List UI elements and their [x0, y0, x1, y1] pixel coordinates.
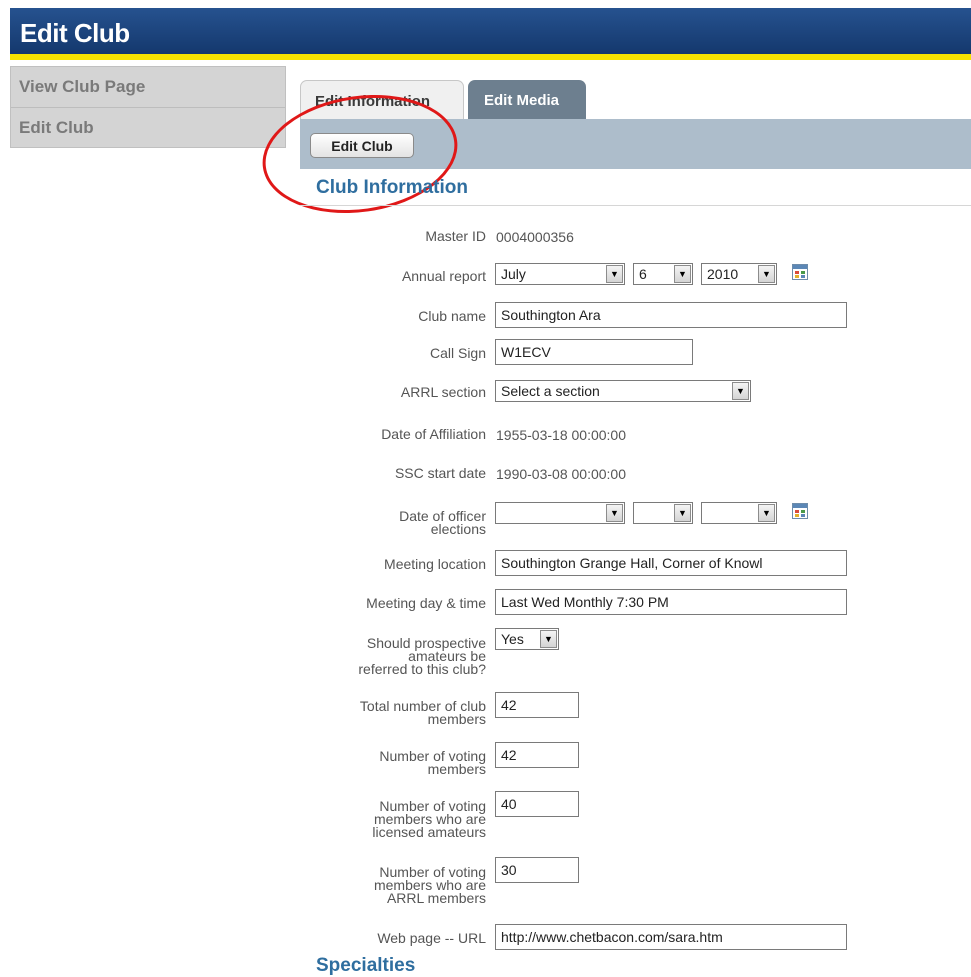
sidebar-item-label: Edit Club — [19, 118, 94, 137]
refer-prospective-select[interactable]: Yes ▼ — [495, 628, 559, 650]
ssc-start-date-label: SSC start date — [394, 465, 486, 481]
select-value: Yes — [501, 631, 524, 647]
tab-edit-information[interactable]: Edit Information — [300, 80, 464, 120]
chevron-down-icon: ▼ — [758, 504, 775, 522]
annual-report-label: Annual report — [401, 268, 486, 284]
meeting-day-time-input[interactable]: Last Wed Monthly 7:30 PM — [495, 589, 847, 615]
arrl-section-select[interactable]: Select a section ▼ — [495, 380, 751, 402]
voting-licensed-input[interactable]: 40 — [495, 791, 579, 817]
select-value: 2010 — [707, 266, 739, 282]
call-sign-label: Call Sign — [429, 345, 486, 361]
chevron-down-icon: ▼ — [540, 630, 557, 648]
web-url-label: Web page -- URL — [377, 930, 486, 946]
chevron-down-icon: ▼ — [606, 265, 623, 283]
master-id-value: 0004000356 — [496, 229, 574, 245]
total-members-input[interactable]: 42 — [495, 692, 579, 718]
tab-edit-media[interactable]: Edit Media — [468, 80, 586, 120]
annual-report-day-select[interactable]: 6 ▼ — [633, 263, 693, 285]
officer-elections-year-select[interactable]: ▼ — [701, 502, 777, 524]
page-title: Edit Club — [20, 18, 130, 48]
date-of-affiliation-value: 1955-03-18 00:00:00 — [496, 427, 626, 443]
master-id-label: Master ID — [425, 228, 486, 244]
club-name-input[interactable]: Southington Ara — [495, 302, 847, 328]
chevron-down-icon: ▼ — [758, 265, 775, 283]
section-divider — [300, 205, 971, 206]
label-line: members — [427, 711, 486, 727]
meeting-location-input[interactable]: Southington Grange Hall, Corner of Knowl — [495, 550, 847, 576]
voting-members-label: Number of voting members — [379, 749, 486, 777]
tab-label: Edit Media — [484, 92, 560, 109]
call-sign-input[interactable]: W1ECV — [495, 339, 693, 365]
section-title: Club Information — [316, 177, 468, 198]
voting-arrl-label: Number of voting members who are ARRL me… — [374, 865, 486, 906]
voting-arrl-input[interactable]: 30 — [495, 857, 579, 883]
sidebar-item-label: View Club Page — [19, 77, 146, 96]
date-of-affiliation-label: Date of Affiliation — [381, 426, 486, 442]
annual-report-year-select[interactable]: 2010 ▼ — [701, 263, 777, 285]
meeting-day-time-label: Meeting day & time — [366, 595, 486, 611]
edit-club-button[interactable]: Edit Club — [310, 133, 414, 158]
calendar-icon[interactable] — [792, 264, 808, 280]
chevron-down-icon: ▼ — [674, 265, 691, 283]
web-url-input[interactable]: http://www.chetbacon.com/sara.htm — [495, 924, 847, 950]
select-value: 6 — [639, 266, 647, 282]
total-members-label: Total number of club members — [360, 699, 486, 727]
club-name-label: Club name — [418, 308, 486, 324]
page-header: Edit Club — [10, 8, 971, 60]
voting-licensed-label: Number of voting members who are license… — [372, 799, 486, 840]
select-value: July — [501, 266, 526, 282]
action-toolbar: Edit Club — [300, 119, 971, 169]
sidebar-item-view-club-page[interactable]: View Club Page — [11, 67, 285, 108]
ssc-start-date-value: 1990-03-08 00:00:00 — [496, 466, 626, 482]
meeting-location-label: Meeting location — [384, 556, 486, 572]
chevron-down-icon: ▼ — [606, 504, 623, 522]
label-line: members — [427, 761, 486, 777]
arrl-section-label: ARRL section — [400, 384, 486, 400]
select-value: Select a section — [501, 383, 600, 399]
calendar-icon[interactable] — [792, 503, 808, 519]
tab-label: Edit Information — [315, 93, 430, 110]
officer-elections-month-select[interactable]: ▼ — [495, 502, 625, 524]
refer-prospective-label: Should prospective amateurs be referred … — [358, 636, 486, 677]
officer-elections-day-select[interactable]: ▼ — [633, 502, 693, 524]
chevron-down-icon: ▼ — [674, 504, 691, 522]
voting-members-input[interactable]: 42 — [495, 742, 579, 768]
label-line: ARRL members — [386, 890, 486, 906]
side-navigation: View Club Page Edit Club — [10, 66, 286, 148]
annual-report-month-select[interactable]: July ▼ — [495, 263, 625, 285]
label-line: licensed amateurs — [372, 824, 486, 840]
sidebar-item-edit-club[interactable]: Edit Club — [11, 108, 285, 148]
specialties-section-title: Specialties — [316, 955, 416, 976]
label-line: elections — [430, 521, 486, 537]
officer-elections-label: Date of officer elections — [399, 509, 486, 537]
chevron-down-icon: ▼ — [732, 382, 749, 400]
label-line: referred to this club? — [358, 661, 486, 677]
